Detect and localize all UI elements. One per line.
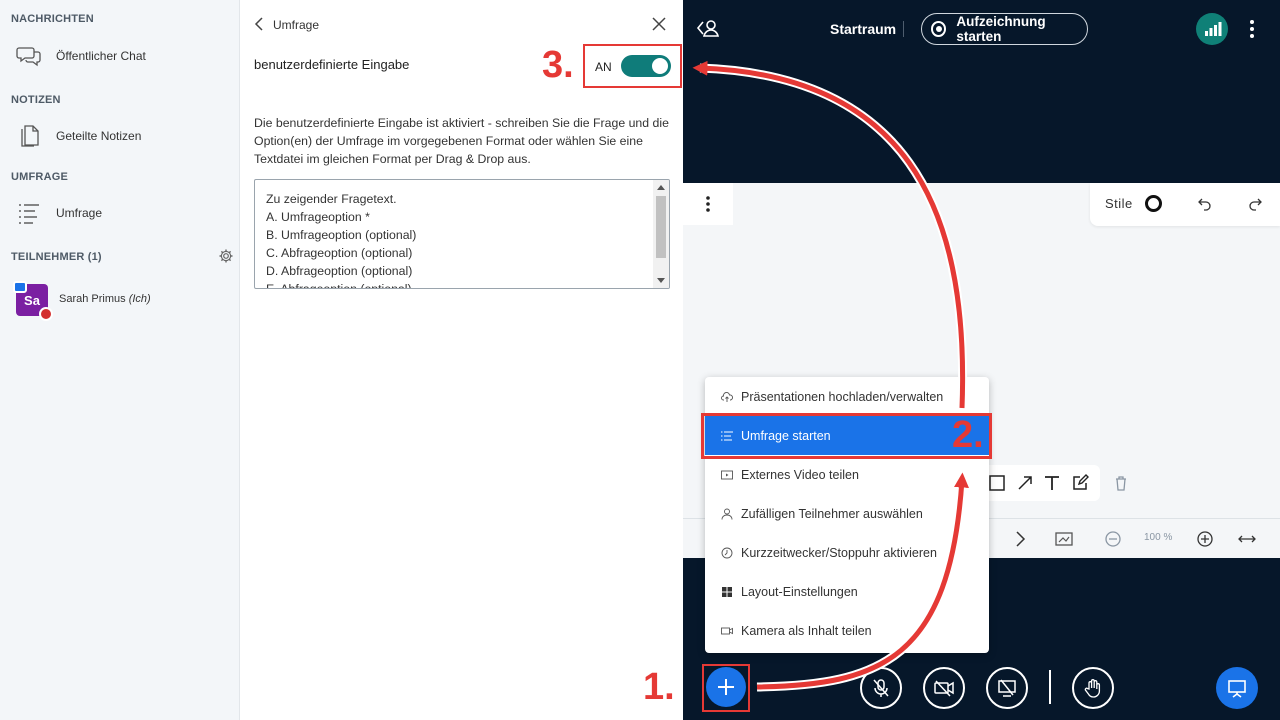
- scroll-down-icon[interactable]: [657, 278, 665, 283]
- timer-icon: [721, 547, 733, 559]
- redo-icon[interactable]: [1247, 196, 1263, 212]
- drawing-toolbar: [980, 465, 1100, 501]
- screenshare-button[interactable]: [986, 667, 1028, 709]
- text-tool-icon[interactable]: [1043, 474, 1061, 492]
- menu-item-random-participant[interactable]: Zufälligen Teilnehmer auswählen: [705, 494, 989, 533]
- custom-input-label: benutzerdefinierte Eingabe: [254, 57, 410, 72]
- start-poll-highlight: [701, 413, 992, 459]
- participants-section-title: TEILNEHMER (1): [11, 251, 102, 263]
- sidebar-item-poll[interactable]: Umfrage: [0, 193, 240, 233]
- menu-item-layout-settings[interactable]: Layout-Einstellungen: [705, 572, 989, 611]
- trash-icon[interactable]: [1112, 474, 1130, 492]
- menu-item-share-external-video[interactable]: Externes Video teilen: [705, 455, 989, 494]
- rectangle-tool-icon[interactable]: [988, 474, 1006, 492]
- menu-item-timer[interactable]: Kurzzeitwecker/Stoppuhr aktivieren: [705, 533, 989, 572]
- more-options-icon[interactable]: [1246, 18, 1258, 40]
- gear-icon[interactable]: [218, 248, 234, 264]
- sidebar-item-public-chat[interactable]: Öffentlicher Chat: [0, 36, 240, 76]
- scroll-thumb[interactable]: [656, 196, 666, 258]
- connection-status-icon[interactable]: [1196, 13, 1228, 45]
- camera-off-icon: [934, 680, 954, 697]
- sidebar-item-shared-notes[interactable]: Geteilte Notizen: [0, 116, 240, 156]
- note-tool-icon[interactable]: [1071, 474, 1089, 492]
- step-3-label: 3.: [542, 44, 574, 86]
- custom-input-description: Die benutzerdefinierte Eingabe ist aktiv…: [254, 116, 669, 166]
- menu-item-upload-presentations[interactable]: Präsentationen hochladen/verwalten: [705, 377, 989, 416]
- toggle-state-label: AN: [595, 60, 612, 74]
- toggle-knob: [652, 58, 668, 74]
- scroll-up-icon[interactable]: [657, 185, 665, 190]
- fit-slide-icon[interactable]: [1054, 529, 1074, 549]
- room-title: Startraum: [830, 21, 897, 37]
- next-slide-icon[interactable]: [1010, 529, 1030, 549]
- styles-label: Stile: [1105, 196, 1133, 211]
- screenshare-off-icon: [998, 679, 1016, 697]
- menu-item-camera-as-content[interactable]: Kamera als Inhalt teilen: [705, 611, 989, 650]
- zoom-level: 100 %: [1144, 532, 1173, 543]
- poll-panel: [240, 0, 683, 720]
- messages-section-title: NACHRICHTEN: [11, 13, 94, 25]
- undo-icon[interactable]: [1197, 196, 1213, 212]
- sidebar-item-label: Öffentlicher Chat: [56, 49, 146, 63]
- menu-item-label: Layout-Einstellungen: [741, 584, 858, 599]
- menu-item-label: Kurzzeitwecker/Stoppuhr aktivieren: [741, 545, 937, 560]
- plus-icon: [718, 679, 734, 695]
- camera-icon: [721, 625, 733, 637]
- panel-title: Umfrage: [273, 18, 320, 32]
- poll-list-icon: [14, 198, 44, 228]
- start-recording-button[interactable]: Aufzeichnung starten: [921, 13, 1088, 45]
- actions-plus-button[interactable]: [706, 667, 746, 707]
- sidebar: NACHRICHTEN Öffentlicher Chat NOTIZEN Ge…: [0, 0, 240, 720]
- poll-text-input[interactable]: Zu zeigender Fragetext. A. Umfrageoption…: [254, 179, 670, 289]
- mic-muted-icon: [873, 679, 889, 697]
- hand-icon: [1084, 679, 1101, 698]
- user-icon: [721, 508, 733, 520]
- microphone-button[interactable]: [860, 667, 902, 709]
- styles-panel: Stile: [1090, 183, 1280, 226]
- close-icon[interactable]: [650, 15, 668, 33]
- menu-item-label: Kamera als Inhalt teilen: [741, 623, 872, 638]
- sidebar-item-label: Umfrage: [56, 206, 103, 220]
- presentation-icon: [1228, 680, 1246, 698]
- notes-section-title: NOTIZEN: [11, 94, 61, 106]
- layout-icon: [721, 586, 733, 598]
- step-1-label: 1.: [643, 666, 675, 708]
- record-icon: [931, 21, 947, 37]
- toolbar-divider: [1049, 670, 1051, 704]
- chevron-left-icon[interactable]: [252, 14, 266, 34]
- presentation-button[interactable]: [1216, 667, 1258, 709]
- scrollbar[interactable]: [653, 180, 669, 288]
- menu-item-label: Externes Video teilen: [741, 467, 859, 482]
- fit-width-icon[interactable]: [1237, 529, 1257, 549]
- presenter-icon: [13, 281, 27, 293]
- cloud-upload-icon: [721, 391, 733, 403]
- menu-item-label: Präsentationen hochladen/verwalten: [741, 389, 944, 404]
- user-list-toggle-icon[interactable]: [696, 16, 722, 40]
- participant-name-text: Sarah Primus: [59, 293, 126, 305]
- participant-name: Sarah Primus (Ich): [59, 293, 151, 305]
- whiteboard-menu-icon[interactable]: [683, 183, 733, 225]
- zoom-out-icon[interactable]: [1103, 529, 1123, 549]
- muted-mic-icon: [39, 307, 53, 321]
- poll-section-title: UMFRAGE: [11, 171, 69, 183]
- menu-item-label: Zufälligen Teilnehmer auswählen: [741, 506, 923, 521]
- toggle-highlight: AN: [583, 44, 682, 88]
- chat-bubbles-icon: [14, 41, 44, 71]
- zoom-in-icon[interactable]: [1195, 529, 1215, 549]
- step-2-label: 2.: [952, 414, 984, 456]
- participant-you-tag: (Ich): [128, 293, 151, 305]
- custom-input-toggle[interactable]: [621, 55, 671, 77]
- sidebar-item-label: Geteilte Notizen: [56, 129, 142, 143]
- header-divider: [903, 21, 904, 37]
- poll-text-content: Zu zeigender Fragetext. A. Umfrageoption…: [266, 192, 417, 289]
- stroke-style-icon[interactable]: [1145, 195, 1162, 212]
- camera-button[interactable]: [923, 667, 965, 709]
- participant-row[interactable]: Sa Sarah Primus (Ich): [0, 280, 240, 321]
- raise-hand-button[interactable]: [1072, 667, 1114, 709]
- record-button-label: Aufzeichnung starten: [956, 14, 1046, 44]
- video-icon: [721, 469, 733, 481]
- arrow-tool-icon[interactable]: [1016, 474, 1034, 492]
- documents-icon: [14, 121, 44, 151]
